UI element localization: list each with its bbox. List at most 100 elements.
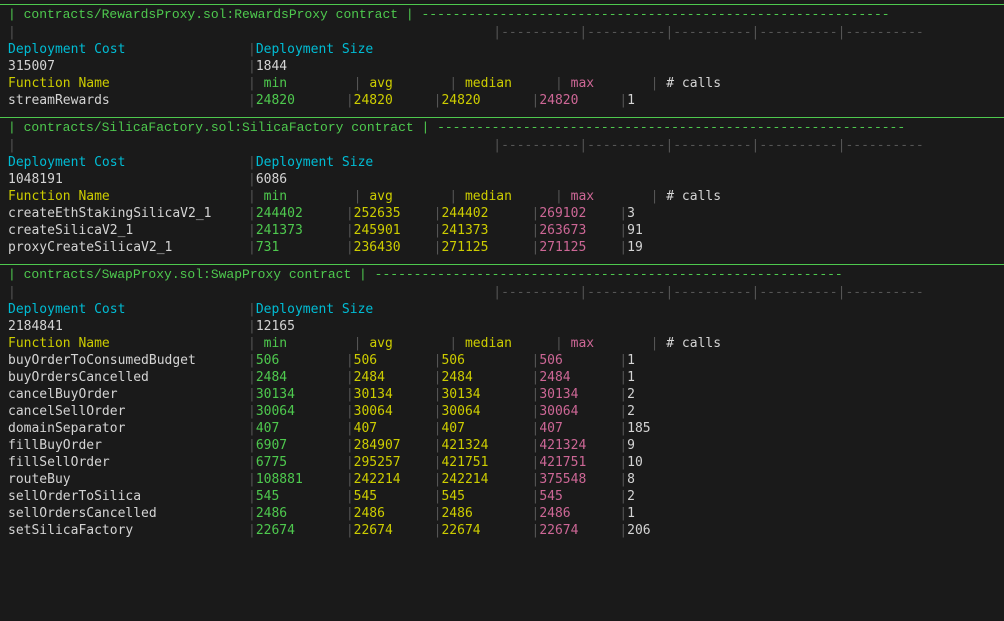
min-header: min: [264, 189, 354, 204]
table-row: streamRewards| 24820| 24820| 24820| 2482…: [0, 92, 1004, 109]
max-cell: 24820: [539, 93, 619, 108]
section-swap-proxy: | contracts/SwapProxy.sol:SwapProxy cont…: [0, 264, 1004, 539]
calls-cell: 19: [627, 240, 707, 255]
deployment-size-value: 6086: [256, 172, 496, 187]
median-header: median: [465, 189, 555, 204]
deployment-values-row-silica-factory: 1048191| 6086: [0, 171, 1004, 188]
section-header-silica-factory: | contracts/SilicaFactory.sol:SilicaFact…: [0, 117, 1004, 137]
calls-cell: 2: [627, 387, 707, 402]
section-header-swap-proxy: | contracts/SwapProxy.sol:SwapProxy cont…: [0, 264, 1004, 284]
min-cell: 22674: [256, 523, 346, 538]
median-cell: 545: [441, 489, 531, 504]
median-cell: 506: [441, 353, 531, 368]
function-name-header: Function Name: [8, 76, 248, 91]
function-name-cell: domainSeparator: [8, 421, 248, 436]
deployment-cost-label: Deployment Cost: [8, 155, 248, 170]
median-cell: 242214: [441, 472, 531, 487]
table-row: cancelSellOrder| 30064| 30064| 30064| 30…: [0, 403, 1004, 420]
table-row: createEthStakingSilicaV2_1| 244402| 2526…: [0, 205, 1004, 222]
table-row: routeBuy| 108881| 242214| 242214| 375548…: [0, 471, 1004, 488]
avg-cell: 236430: [354, 240, 434, 255]
divider-row: | |----------|----------|----------|----…: [0, 137, 1004, 154]
deployment-values-row-swap-proxy: 2184841| 12165: [0, 318, 1004, 335]
max-cell: 421751: [539, 455, 619, 470]
table-row: sellOrdersCancelled| 2486| 2486| 2486| 2…: [0, 505, 1004, 522]
max-cell: 30064: [539, 404, 619, 419]
function-name-cell: buyOrdersCancelled: [8, 370, 248, 385]
max-cell: 421324: [539, 438, 619, 453]
min-cell: 407: [256, 421, 346, 436]
col-header-row-silica-factory: Function Name| min| avg| median| max| # …: [0, 188, 1004, 205]
min-cell: 24820: [256, 93, 346, 108]
min-cell: 30064: [256, 404, 346, 419]
calls-cell: 185: [627, 421, 707, 436]
min-cell: 6907: [256, 438, 346, 453]
median-cell: 2484: [441, 370, 531, 385]
max-cell: 506: [539, 353, 619, 368]
function-name-cell: streamRewards: [8, 93, 248, 108]
calls-cell: 2: [627, 489, 707, 504]
max-cell: 22674: [539, 523, 619, 538]
calls-cell: 1: [627, 506, 707, 521]
min-cell: 244402: [256, 206, 346, 221]
calls-cell: 10: [627, 455, 707, 470]
table-row: createSilicaV2_1| 241373| 245901| 241373…: [0, 222, 1004, 239]
section-silica-factory: | contracts/SilicaFactory.sol:SilicaFact…: [0, 117, 1004, 256]
function-name-cell: cancelBuyOrder: [8, 387, 248, 402]
avg-header: avg: [369, 76, 449, 91]
max-cell: 263673: [539, 223, 619, 238]
median-cell: 271125: [441, 240, 531, 255]
deployment-row-rewards-proxy: Deployment Cost| Deployment Size: [0, 41, 1004, 58]
avg-cell: 506: [354, 353, 434, 368]
median-cell: 421751: [441, 455, 531, 470]
function-name-cell: fillBuyOrder: [8, 438, 248, 453]
function-name-cell: cancelSellOrder: [8, 404, 248, 419]
min-cell: 30134: [256, 387, 346, 402]
deployment-row-silica-factory: Deployment Cost| Deployment Size: [0, 154, 1004, 171]
table-row: domainSeparator| 407| 407| 407| 407| 185: [0, 420, 1004, 437]
main-container: | contracts/RewardsProxy.sol:RewardsProx…: [0, 0, 1004, 551]
median-header: median: [465, 336, 555, 351]
function-name-cell: createEthStakingSilicaV2_1: [8, 206, 248, 221]
avg-cell: 30064: [354, 404, 434, 419]
section-rewards-proxy: | contracts/RewardsProxy.sol:RewardsProx…: [0, 4, 1004, 109]
function-name-cell: setSilicaFactory: [8, 523, 248, 538]
max-cell: 30134: [539, 387, 619, 402]
calls-cell: 206: [627, 523, 707, 538]
min-cell: 506: [256, 353, 346, 368]
table-row: buyOrdersCancelled| 2484| 2484| 2484| 24…: [0, 369, 1004, 386]
calls-header: # calls: [666, 189, 746, 204]
function-name-cell: buyOrderToConsumedBudget: [8, 353, 248, 368]
median-cell: 407: [441, 421, 531, 436]
max-cell: 375548: [539, 472, 619, 487]
avg-cell: 245901: [354, 223, 434, 238]
deployment-cost-value: 1048191: [8, 172, 248, 187]
calls-cell: 2: [627, 404, 707, 419]
median-cell: 244402: [441, 206, 531, 221]
calls-cell: 9: [627, 438, 707, 453]
function-name-cell: fillSellOrder: [8, 455, 248, 470]
deployment-cost-value: 2184841: [8, 319, 248, 334]
deployment-values-row-rewards-proxy: 315007| 1844: [0, 58, 1004, 75]
section-header-rewards-proxy: | contracts/RewardsProxy.sol:RewardsProx…: [0, 4, 1004, 24]
min-cell: 731: [256, 240, 346, 255]
calls-header: # calls: [666, 336, 746, 351]
avg-cell: 295257: [354, 455, 434, 470]
deployment-cost-value: 315007: [8, 59, 248, 74]
calls-cell: 1: [627, 93, 707, 108]
deployment-size-label: Deployment Size: [256, 155, 496, 170]
max-header: max: [571, 336, 651, 351]
min-cell: 241373: [256, 223, 346, 238]
table-row: setSilicaFactory| 22674| 22674| 22674| 2…: [0, 522, 1004, 539]
function-name-header: Function Name: [8, 189, 248, 204]
min-cell: 545: [256, 489, 346, 504]
median-cell: 2486: [441, 506, 531, 521]
deployment-cost-label: Deployment Cost: [8, 42, 248, 57]
calls-cell: 1: [627, 353, 707, 368]
max-cell: 407: [539, 421, 619, 436]
median-cell: 30064: [441, 404, 531, 419]
calls-cell: 8: [627, 472, 707, 487]
function-name-cell: sellOrderToSilica: [8, 489, 248, 504]
median-header: median: [465, 76, 555, 91]
avg-cell: 545: [354, 489, 434, 504]
